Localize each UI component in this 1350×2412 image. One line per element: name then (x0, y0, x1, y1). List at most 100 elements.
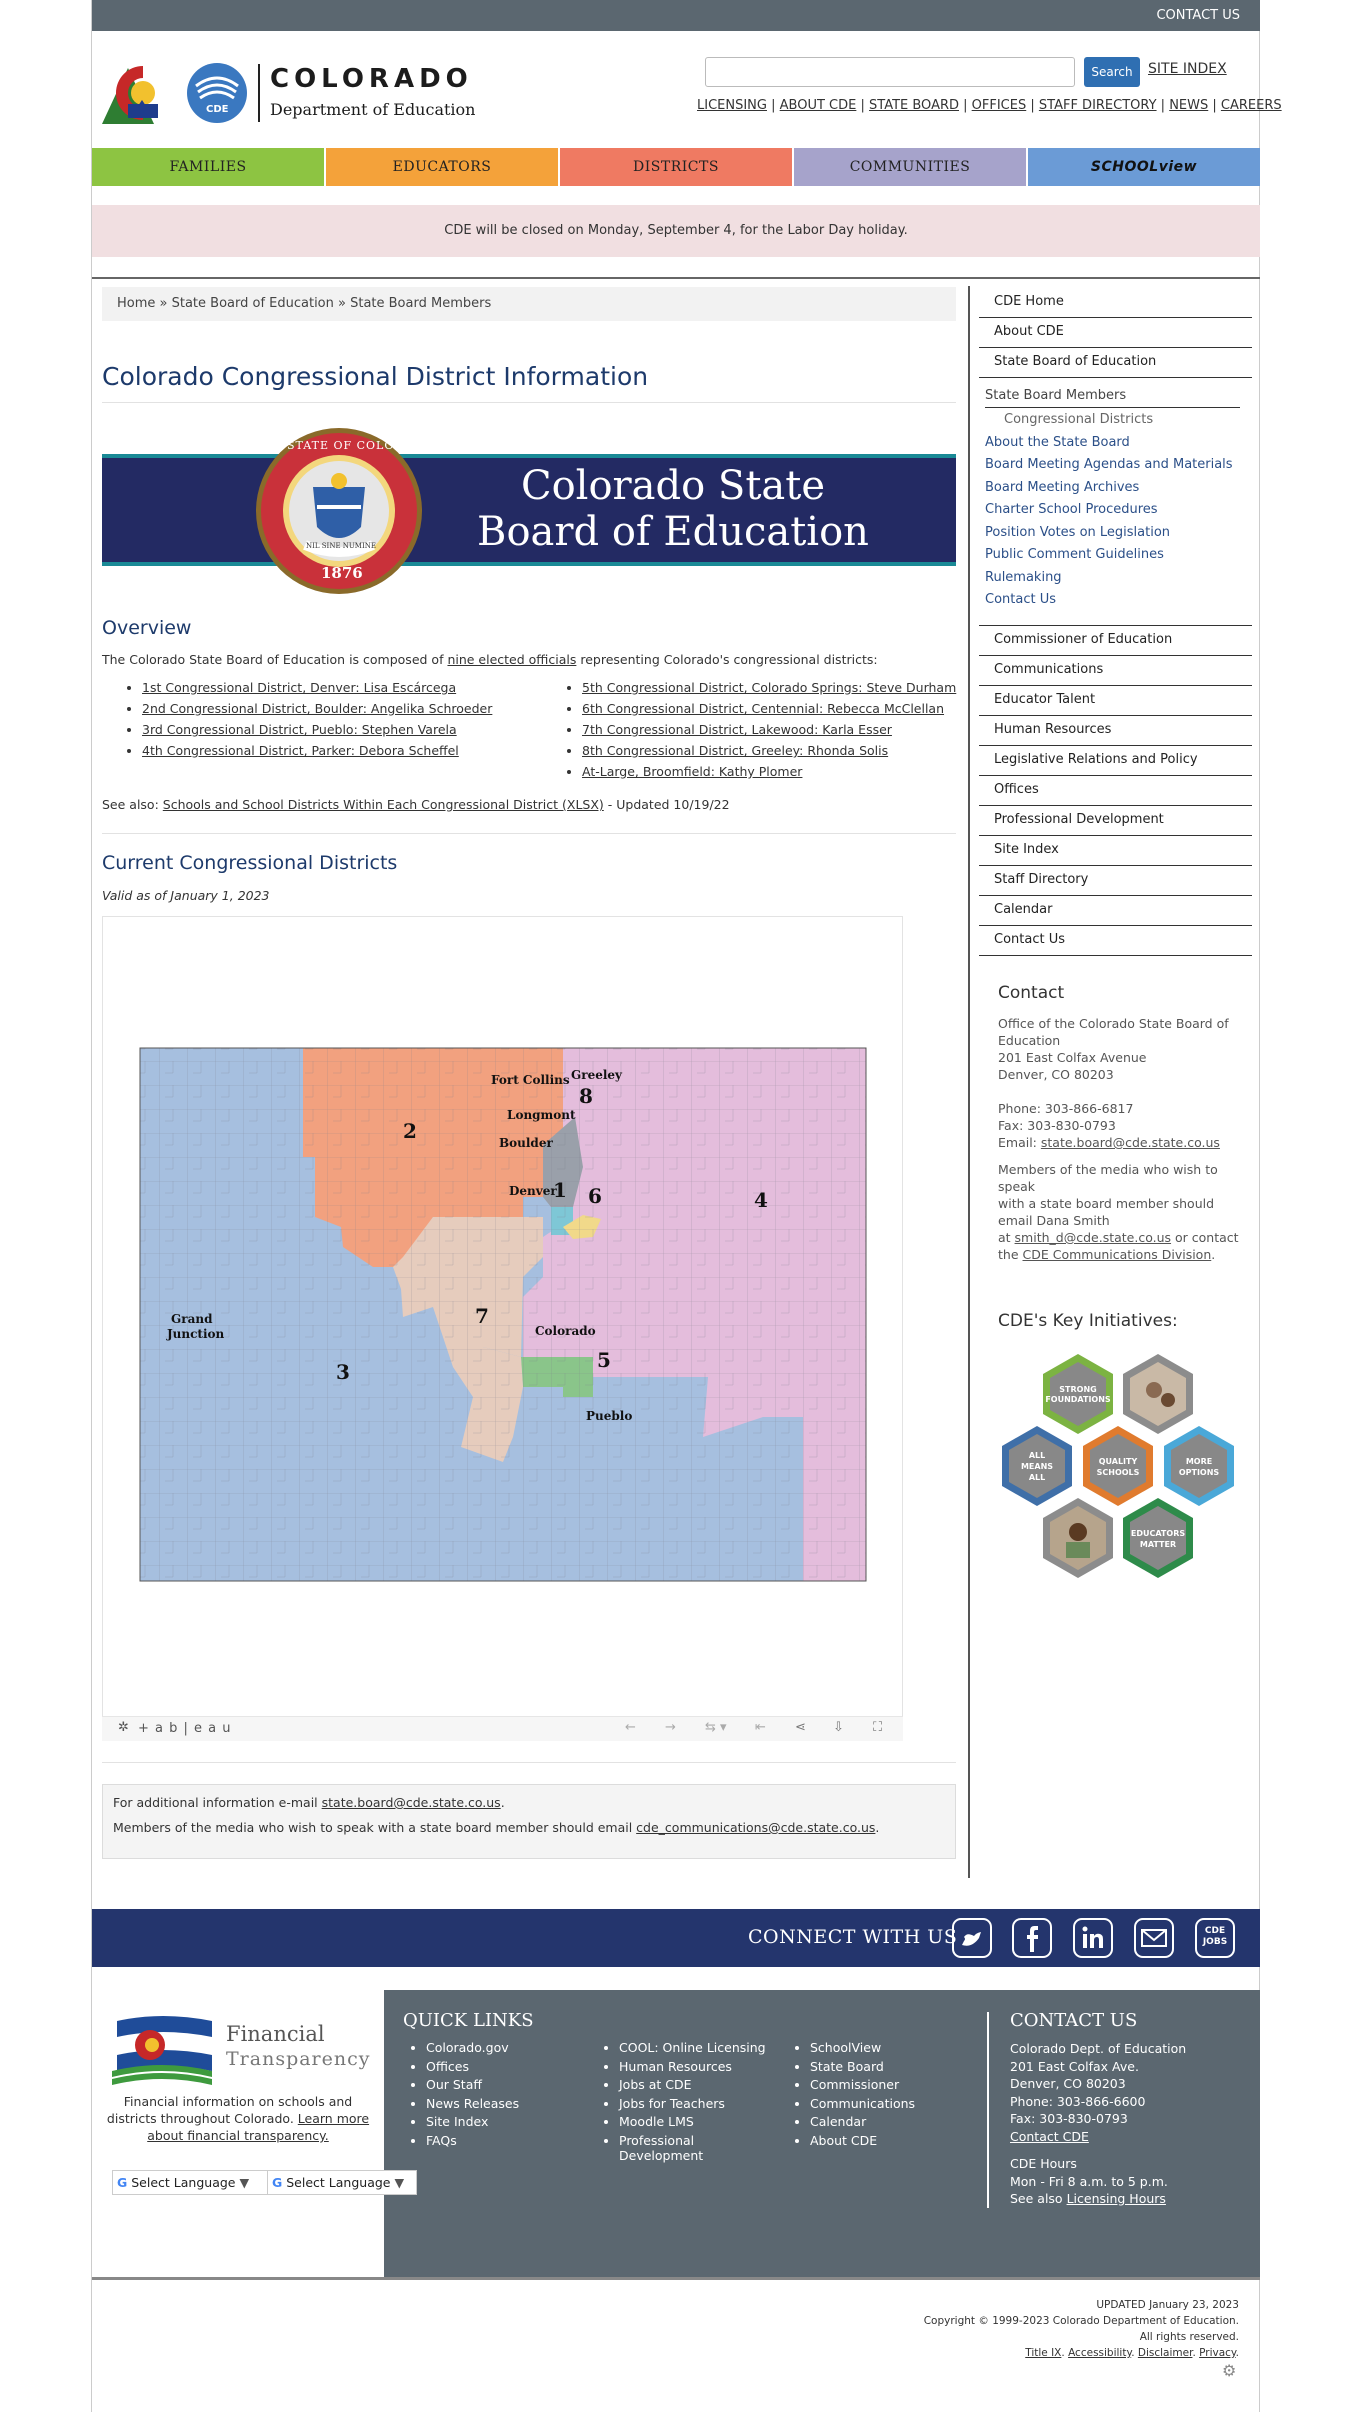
linkedin-icon[interactable] (1073, 1918, 1113, 1958)
sidebar-sub-item[interactable]: Board Meeting Agendas and Materials (985, 457, 1252, 480)
district-link[interactable]: 3rd Congressional District, Pueblo: Step… (142, 722, 522, 737)
smith-email-link[interactable]: smith_d@cde.state.co.us (1015, 1230, 1172, 1245)
sidebar-sub-item[interactable]: Charter School Procedures (985, 502, 1252, 525)
sidebar-item-human-resources[interactable]: Human Resources (979, 716, 1252, 746)
breadcrumb[interactable]: Home » State Board of Education » State … (102, 287, 956, 321)
fullscreen-icon[interactable]: ⛶ (873, 1720, 882, 1735)
sidebar-sub-item[interactable]: About the State Board (985, 435, 1252, 458)
footer-link[interactable]: Colorado.gov (426, 2040, 606, 2055)
footer-link[interactable]: SchoolView (810, 2040, 970, 2055)
sidebar-item-staff-directory[interactable]: Staff Directory (979, 866, 1252, 896)
sidebar-sub-title[interactable]: State Board Members (985, 388, 1240, 408)
nav-communities[interactable]: COMMUNITIES (794, 148, 1028, 186)
footer-link[interactable]: COOL: Online Licensing (619, 2040, 799, 2055)
undo-icon[interactable]: ← (625, 1720, 636, 1735)
search-input[interactable] (705, 57, 1075, 87)
footer-link[interactable]: Site Index (426, 2114, 606, 2129)
tableau-map[interactable]: Fort Collins Greeley Longmont Boulder De… (102, 916, 903, 1741)
communications-division-link[interactable]: CDE Communications Division (1023, 1247, 1212, 1262)
sidebar-sub-item[interactable]: Rulemaking (985, 570, 1252, 593)
footer-link[interactable]: Human Resources (619, 2059, 799, 2074)
sidebar-item-state-board[interactable]: State Board of Education (979, 348, 1252, 378)
district-link[interactable]: 2nd Congressional District, Boulder: Ang… (142, 701, 522, 716)
communications-email-link[interactable]: cde_communications@cde.state.co.us (636, 1820, 875, 1835)
sidebar-sub-active[interactable]: Congressional Districts (999, 412, 1252, 435)
gear-icon[interactable]: ⚙ (1222, 2361, 1236, 2380)
footer-link[interactable]: Professional Development (619, 2133, 729, 2163)
language-select-2[interactable]: G Select Language ▼ (267, 2170, 417, 2195)
header-link-staff-directory[interactable]: STAFF DIRECTORY (1039, 98, 1157, 113)
accessibility-link[interactable]: Accessibility (1068, 2347, 1131, 2359)
district-link[interactable]: 1st Congressional District, Denver: Lisa… (142, 680, 522, 695)
financial-transparency-link[interactable]: about financial transparency. (147, 2128, 329, 2143)
footer-link[interactable]: About CDE (810, 2133, 970, 2148)
footer-link[interactable]: Jobs at CDE (619, 2077, 799, 2092)
footer-link[interactable]: Our Staff (426, 2077, 606, 2092)
footer-link[interactable]: News Releases (426, 2096, 606, 2111)
footer-link[interactable]: Communications (810, 2096, 970, 2111)
sidebar-item-contact-us[interactable]: Contact Us (979, 926, 1252, 956)
header-link-news[interactable]: NEWS (1169, 98, 1208, 113)
sidebar-item-communications[interactable]: Communications (979, 656, 1252, 686)
congressional-district-map[interactable]: Fort Collins Greeley Longmont Boulder De… (103, 917, 904, 1717)
redo-icon[interactable]: → (665, 1720, 676, 1735)
disclaimer-link[interactable]: Disclaimer (1138, 2347, 1193, 2359)
hex-more-options[interactable]: MORE OPTIONS (1164, 1426, 1234, 1506)
nav-families[interactable]: FAMILIES (92, 148, 326, 186)
sidebar-item-offices[interactable]: Offices (979, 776, 1252, 806)
sidebar-item-educator-talent[interactable]: Educator Talent (979, 686, 1252, 716)
footer-link[interactable]: State Board (810, 2059, 970, 2074)
elected-officials-link[interactable]: nine elected officials (447, 652, 576, 667)
sidebar-item-calendar[interactable]: Calendar (979, 896, 1252, 926)
footer-link[interactable]: Offices (426, 2059, 606, 2074)
hex-quality-schools[interactable]: QUALITY SCHOOLS (1083, 1426, 1153, 1506)
learn-more-link[interactable]: Learn more (298, 2111, 369, 2126)
cde-logo[interactable]: CDE COLORADO Department of Education (102, 60, 482, 126)
contact-us-link[interactable]: CONTACT US (1156, 8, 1240, 23)
nav-districts[interactable]: DISTRICTS (560, 148, 794, 186)
licensing-hours-link[interactable]: Licensing Hours (1067, 2191, 1166, 2206)
sidebar-sub-item[interactable]: Contact Us (985, 592, 1252, 615)
header-link-careers[interactable]: CAREERS (1221, 98, 1282, 113)
hex-photo-1[interactable] (1123, 1354, 1193, 1434)
download-icon[interactable]: ⇩ (833, 1720, 844, 1735)
state-board-email-link[interactable]: state.board@cde.state.co.us (322, 1795, 501, 1810)
share-icon[interactable]: ⋖ (795, 1720, 806, 1735)
nav-educators[interactable]: EDUCATORS (326, 148, 560, 186)
footer-link[interactable]: Moodle LMS (619, 2114, 799, 2129)
hex-strong-foundations[interactable]: STRONG FOUNDATIONS (1043, 1354, 1113, 1434)
twitter-icon[interactable] (952, 1918, 992, 1958)
district-link[interactable]: 8th Congressional District, Greeley: Rho… (582, 743, 962, 758)
title-ix-link[interactable]: Title IX (1025, 2347, 1061, 2359)
footer-link[interactable]: Commissioner (810, 2077, 970, 2092)
sidebar-sub-item[interactable]: Public Comment Guidelines (985, 547, 1252, 570)
hex-educators-matter[interactable]: EDUCATORS MATTER (1123, 1498, 1193, 1578)
hex-all-means-all[interactable]: ALL MEANS ALL (1002, 1426, 1072, 1506)
sidebar-sub-item[interactable]: Position Votes on Legislation (985, 525, 1252, 548)
sidebar-item-cde-home[interactable]: CDE Home (979, 288, 1252, 318)
sidebar-item-site-index[interactable]: Site Index (979, 836, 1252, 866)
header-link-about[interactable]: ABOUT CDE (780, 98, 857, 113)
contact-cde-link[interactable]: Contact CDE (1010, 2129, 1089, 2144)
search-button[interactable]: Search (1084, 57, 1140, 87)
language-select-1[interactable]: G Select Language ▼ (112, 2170, 277, 2195)
district-link[interactable]: 4th Congressional District, Parker: Debo… (142, 743, 522, 758)
districts-xlsx-link[interactable]: Schools and School Districts Within Each… (163, 797, 604, 812)
sidebar-item-commissioner[interactable]: Commissioner of Education (979, 626, 1252, 656)
contact-email-link[interactable]: state.board@cde.state.co.us (1041, 1135, 1220, 1150)
sidebar-item-professional-development[interactable]: Professional Development (979, 806, 1252, 836)
district-link[interactable]: 6th Congressional District, Centennial: … (582, 701, 962, 716)
site-index-link[interactable]: SITE INDEX (1148, 61, 1227, 77)
hex-photo-2[interactable] (1043, 1498, 1113, 1578)
district-link[interactable]: 7th Congressional District, Lakewood: Ka… (582, 722, 962, 737)
facebook-icon[interactable] (1012, 1918, 1052, 1958)
footer-link[interactable]: Calendar (810, 2114, 970, 2129)
privacy-link[interactable]: Privacy (1199, 2347, 1236, 2359)
revert-icon[interactable]: ⇆ ▾ (705, 1720, 727, 1735)
header-link-state-board[interactable]: STATE BOARD (869, 98, 959, 113)
financial-transparency-logo-icon[interactable] (112, 2011, 212, 2087)
sidebar-sub-item[interactable]: Board Meeting Archives (985, 480, 1252, 503)
header-link-offices[interactable]: OFFICES (972, 98, 1027, 113)
district-link[interactable]: At-Large, Broomfield: Kathy Plomer (582, 764, 962, 779)
email-icon[interactable] (1134, 1918, 1174, 1958)
